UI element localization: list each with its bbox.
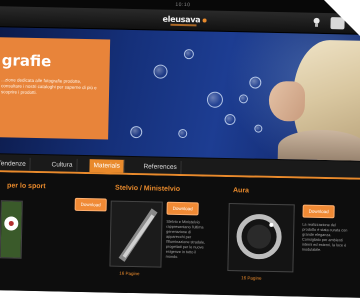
status-time: 10:10 xyxy=(175,1,191,9)
bubble-image xyxy=(183,49,194,60)
tab-tendenze[interactable]: Tendenze xyxy=(0,157,31,171)
hero-photo-face xyxy=(268,80,306,122)
page-count: 16 Pagine xyxy=(119,270,140,277)
bubble-image xyxy=(178,128,188,139)
bubble-image xyxy=(130,125,143,139)
catalog-thumbnail[interactable] xyxy=(0,200,23,259)
brand-dot-icon xyxy=(202,17,207,23)
catalog-description: La realizzazione del prodotto è stata cu… xyxy=(301,222,348,252)
bubble-image xyxy=(153,64,168,79)
catalog-title: Stelvio / Ministelvio xyxy=(114,184,181,194)
download-button[interactable]: Download xyxy=(74,197,107,212)
tab-materials[interactable]: Materials xyxy=(89,159,126,173)
catalog-thumbnail[interactable] xyxy=(227,203,295,273)
catalog-title: per lo sport xyxy=(7,182,46,191)
catalog-section: per lo sport Download Stelvio / Ministel… xyxy=(0,172,360,298)
hero-description: ...zione dedicata alle fotografie prodot… xyxy=(1,77,97,95)
catalog-thumbnail[interactable] xyxy=(109,200,163,268)
tab-references[interactable]: References xyxy=(139,160,182,175)
page-count: 16 Pagine xyxy=(241,275,262,281)
brand-logo[interactable]: eleusava xyxy=(163,15,207,25)
aura-lamp-photo-icon xyxy=(228,204,294,272)
sport-photo-icon xyxy=(0,201,22,258)
brand-underline xyxy=(170,23,197,27)
catalog-title: Aura xyxy=(232,187,250,195)
brand-name: eleusava xyxy=(162,14,201,25)
download-button[interactable]: Download xyxy=(166,201,199,216)
hero-title: grafie xyxy=(1,51,52,71)
hero-text-panel: grafie ...zione dedicata alle fotografie… xyxy=(0,37,111,140)
hero-photo-shoulder xyxy=(277,129,360,161)
lightbulb-icon[interactable] xyxy=(312,17,320,29)
download-button[interactable]: Download xyxy=(302,204,335,219)
tablet-screen: 10:10 eleusava grafie ...zione dedicata … xyxy=(0,0,360,298)
street-lamp-photo-icon xyxy=(110,201,162,267)
page-corner-curl xyxy=(324,0,360,36)
catalog-description: Stelvio e Ministelvio rappresentano l'ul… xyxy=(165,219,206,259)
tab-cultura[interactable]: Cultura xyxy=(47,158,78,172)
hero-banner: grafie ...zione dedicata alle fotografie… xyxy=(0,27,360,161)
